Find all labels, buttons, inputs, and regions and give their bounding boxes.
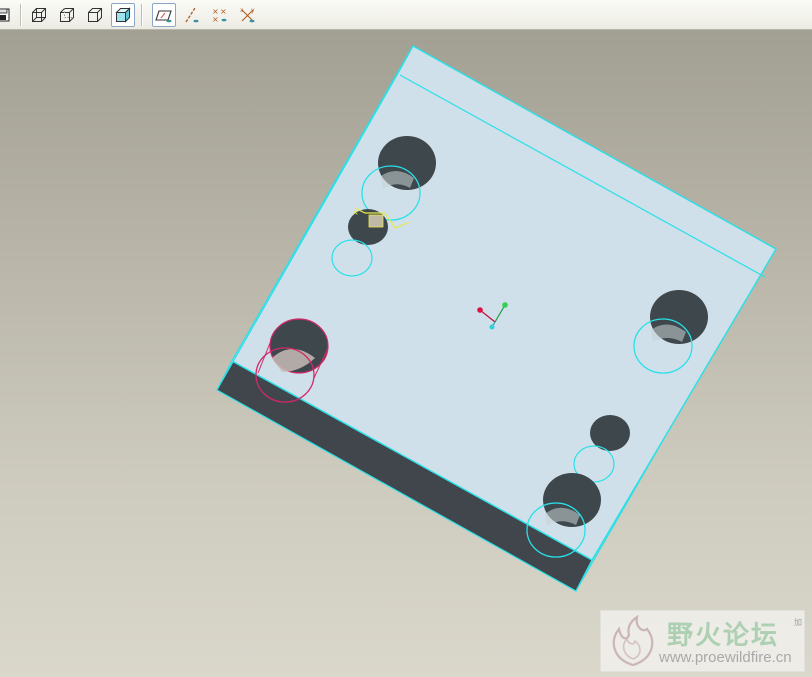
- shaded-display-icon: [115, 7, 131, 23]
- coordinate-systems-toggle-icon: x y: [240, 7, 255, 23]
- hidden-line-display-icon: [60, 8, 74, 22]
- no-hidden-display-icon: [88, 8, 102, 22]
- save-copy-icon: [0, 8, 10, 22]
- datum-axes-button[interactable]: [180, 3, 204, 27]
- datum-points-toggle-icon: × × ×: [212, 7, 227, 24]
- hidden-line-button[interactable]: [55, 3, 79, 27]
- svg-text:×: ×: [212, 15, 219, 24]
- shaded-button[interactable]: [111, 3, 135, 27]
- forum-watermark: 野火论坛 www.proewildfire.cn 加: [600, 610, 805, 672]
- datum-axes-toggle-icon: [185, 7, 199, 23]
- svg-text:×: ×: [220, 7, 227, 16]
- toolbar-separator: [141, 4, 143, 26]
- save-copy-button[interactable]: [0, 3, 16, 27]
- datum-planes-toggle-icon: [155, 10, 172, 23]
- flame-logo-icon: [612, 615, 654, 667]
- wireframe-display-icon: [32, 8, 46, 22]
- datum-points-button[interactable]: × × ×: [208, 3, 232, 27]
- watermark-title: 野火论坛: [667, 621, 780, 651]
- toolbar-separator: [20, 4, 22, 26]
- datum-planes-button[interactable]: [152, 3, 176, 27]
- watermark-corner-text: 加: [794, 618, 802, 627]
- coordinate-systems-button[interactable]: x y: [236, 3, 260, 27]
- display-toolbar: × × × x y: [0, 0, 812, 30]
- svg-text:x: x: [240, 7, 244, 14]
- part-model[interactable]: ×: [216, 45, 777, 592]
- svg-text:y: y: [251, 7, 255, 14]
- model-viewport[interactable]: ×: [0, 30, 812, 677]
- watermark-url: www.proewildfire.cn: [659, 649, 792, 666]
- no-hidden-button[interactable]: [83, 3, 107, 27]
- wireframe-button[interactable]: [27, 3, 51, 27]
- svg-text:×: ×: [352, 208, 359, 217]
